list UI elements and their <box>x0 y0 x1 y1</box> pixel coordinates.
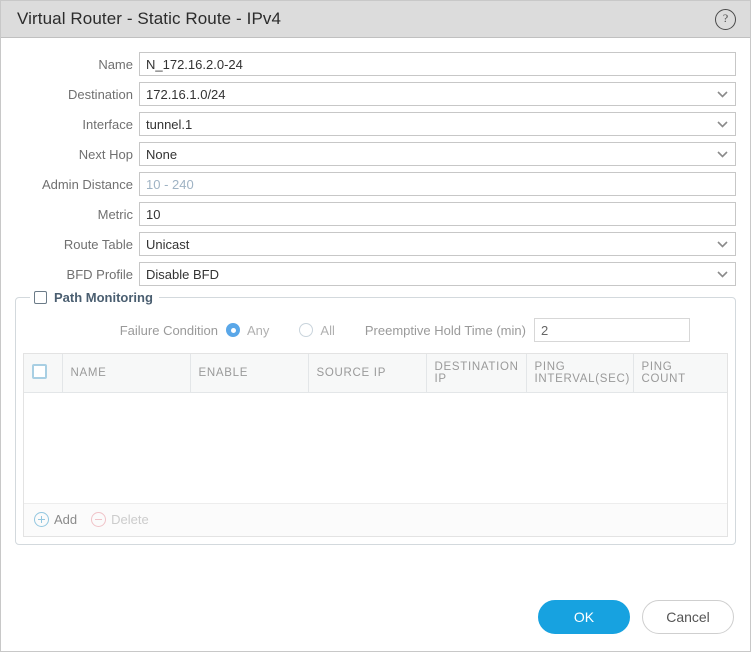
label-next-hop: Next Hop <box>78 146 133 162</box>
radio-all[interactable]: All <box>299 322 335 338</box>
label-route-table: Route Table <box>63 236 133 252</box>
failure-condition-label: Failure Condition <box>119 322 218 338</box>
label-bfd-profile: BFD Profile <box>66 266 133 282</box>
label-name: Name <box>98 56 133 72</box>
table-toolbar: Add Delete <box>24 502 727 536</box>
form-row-name: Name <box>1 49 750 79</box>
route-table-select[interactable] <box>139 232 736 256</box>
path-monitoring-checkbox[interactable] <box>34 290 47 304</box>
admin-distance-input[interactable] <box>139 172 736 196</box>
path-monitor-grid: NAME ENABLE SOURCE IP DESTINATION IP PIN… <box>24 354 727 393</box>
label-admin-distance: Admin Distance <box>41 176 133 192</box>
path-monitoring-body: Failure Condition Any All Preemptive Hol… <box>16 298 735 537</box>
field-next-hop-wrap <box>139 142 736 166</box>
column-header-name[interactable]: NAME <box>62 354 191 393</box>
field-name-wrap <box>139 52 736 76</box>
table-body-empty <box>24 392 727 503</box>
plus-circle-icon <box>34 512 49 527</box>
name-input[interactable] <box>139 52 736 76</box>
interface-select[interactable] <box>139 112 736 136</box>
path-monitoring-fieldset: Path Monitoring Failure Condition Any Al… <box>15 288 736 545</box>
column-header-destination-ip[interactable]: DESTINATION IP <box>426 354 527 393</box>
next-hop-select[interactable] <box>139 142 736 166</box>
preemptive-hold-time-input[interactable] <box>533 318 690 342</box>
preemptive-hold-time-label: Preemptive Hold Time (min) <box>364 322 526 338</box>
form-row-route-table: Route Table <box>1 229 750 259</box>
failure-condition-row: Failure Condition Any All Preemptive Hol… <box>16 315 735 345</box>
radio-any-control[interactable] <box>226 323 240 337</box>
add-button[interactable]: Add <box>34 512 77 527</box>
dialog-titlebar: Virtual Router - Static Route - IPv4 ? <box>1 1 750 38</box>
path-monitoring-legend: Path Monitoring <box>30 288 159 306</box>
label-metric: Metric <box>97 206 133 222</box>
field-admin-distance-wrap <box>139 172 736 196</box>
select-all-cell <box>24 354 63 393</box>
ok-button[interactable]: OK <box>538 600 630 634</box>
static-route-form: Name Destination Interface <box>1 38 750 289</box>
destination-select[interactable] <box>139 82 736 106</box>
column-header-source-ip[interactable]: SOURCE IP <box>308 354 427 393</box>
field-bfd-profile-wrap <box>139 262 736 286</box>
form-row-next-hop: Next Hop <box>1 139 750 169</box>
add-button-label: Add <box>54 512 78 527</box>
form-row-destination: Destination <box>1 79 750 109</box>
bfd-profile-select[interactable] <box>139 262 736 286</box>
help-icon[interactable]: ? <box>715 8 736 30</box>
static-route-dialog: Virtual Router - Static Route - IPv4 ? N… <box>0 0 751 652</box>
form-row-interface: Interface <box>1 109 750 139</box>
dialog-footer: OK Cancel <box>538 600 734 634</box>
table-header-row: NAME ENABLE SOURCE IP DESTINATION IP PIN… <box>24 354 727 393</box>
form-row-admin-distance: Admin Distance <box>1 169 750 199</box>
dialog-title: Virtual Router - Static Route - IPv4 <box>17 9 282 28</box>
radio-all-control[interactable] <box>299 323 314 337</box>
column-header-ping-count[interactable]: PING COUNT <box>633 354 727 393</box>
path-monitoring-label: Path Monitoring <box>54 289 153 305</box>
column-header-enable[interactable]: ENABLE <box>190 354 309 393</box>
delete-button-label: Delete <box>111 512 149 527</box>
radio-all-label: All <box>320 322 335 338</box>
column-header-ping-interval[interactable]: PING INTERVAL(SEC) <box>526 354 634 393</box>
path-monitor-table: NAME ENABLE SOURCE IP DESTINATION IP PIN… <box>23 353 728 537</box>
minus-circle-icon <box>91 512 107 527</box>
field-route-table-wrap <box>139 232 736 256</box>
delete-button[interactable]: Delete <box>91 512 149 527</box>
field-metric-wrap <box>139 202 736 226</box>
field-destination-wrap <box>139 82 736 106</box>
select-all-checkbox[interactable] <box>32 363 47 379</box>
radio-any-label: Any <box>247 322 270 338</box>
label-destination: Destination <box>67 86 133 102</box>
form-row-metric: Metric <box>1 199 750 229</box>
form-row-bfd-profile: BFD Profile <box>1 259 750 289</box>
radio-any[interactable]: Any <box>226 323 269 338</box>
field-interface-wrap <box>139 112 736 136</box>
label-interface: Interface <box>82 116 133 132</box>
metric-input[interactable] <box>139 202 736 226</box>
cancel-button[interactable]: Cancel <box>642 600 734 634</box>
